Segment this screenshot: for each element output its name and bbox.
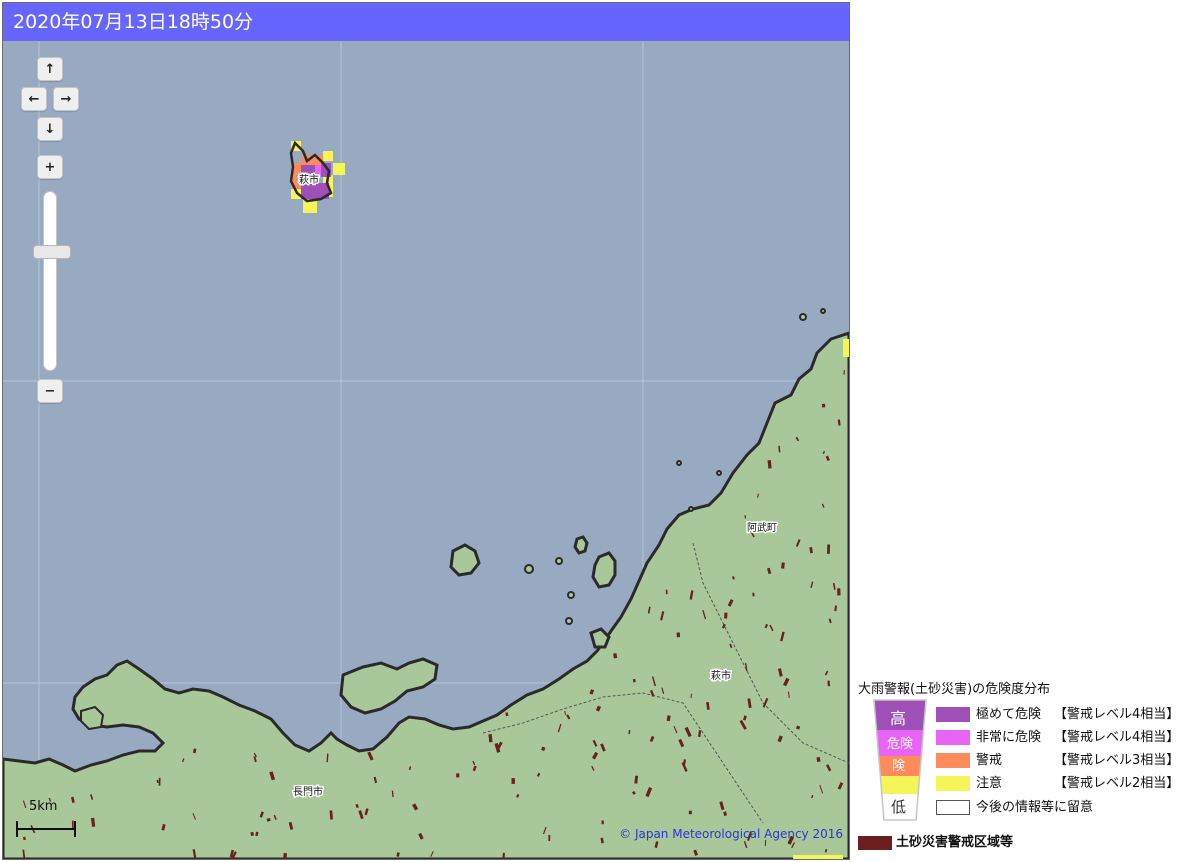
copyright-notice: © Japan Meteorological Agency 2016 <box>619 827 843 841</box>
island-a <box>449 543 481 577</box>
swatch-very-high <box>936 730 970 745</box>
map-canvas[interactable]: 萩市 阿武町 萩市 長門市 <box>3 41 849 859</box>
legend-level: 【警戒レベル4相当】 <box>1054 707 1180 722</box>
zoom-slider-thumb[interactable] <box>33 245 71 259</box>
sediment-warning-speck <box>266 818 271 822</box>
sediment-warning-speck <box>158 777 161 786</box>
scale-mid2-label: 険 <box>892 759 905 774</box>
island-e <box>80 705 105 731</box>
legend-label: 注意 <box>976 776 1003 791</box>
scale-bar <box>16 821 76 837</box>
legend-level: 【警戒レベル4相当】 <box>1054 730 1180 745</box>
scale-low-label: 低 <box>891 798 906 816</box>
sediment-warning-speck <box>752 592 755 597</box>
zoom-out-button[interactable]: − <box>37 379 63 403</box>
sediment-warning-speck <box>548 834 551 841</box>
swatch-sediment <box>858 836 892 850</box>
pan-right-button[interactable]: → <box>53 87 79 111</box>
swatch-warning <box>936 753 970 768</box>
legend-title: 大雨警報(土砂災害)の危険度分布 <box>858 682 1051 697</box>
zoom-slider-track[interactable] <box>43 191 57 371</box>
island-c <box>573 535 589 555</box>
pan-down-button[interactable]: ↓ <box>37 117 63 141</box>
sediment-warning-speck <box>837 588 841 596</box>
scale-mid-label: 危険 <box>887 737 913 752</box>
scale-high-label: 高 <box>890 709 906 728</box>
swatch-caution <box>936 776 970 791</box>
hagi-city-label: 萩市 <box>711 669 731 682</box>
sediment-label: 土砂災害警戒区域等 <box>896 835 1014 850</box>
sediment-warning-speck <box>283 852 287 859</box>
datetime-title: 2020年07月13日18時50分 <box>3 3 849 41</box>
sediment-warning-speck <box>724 612 728 619</box>
sediment-warning-speck <box>821 403 826 408</box>
legend-label: 非常に危険 <box>976 730 1042 745</box>
map-frame[interactable]: 2020年07月13日18時50分 萩市 阿武町 萩市 長門市 ↑ ← → ↓ … <box>2 2 850 860</box>
sediment-warning-speck <box>601 820 604 825</box>
sediment-warning-speck <box>665 589 668 595</box>
legend-label: 極めて危険 <box>976 707 1042 722</box>
nagato-city-label: 長門市 <box>293 785 323 798</box>
risk-level-scale: 高 危険 険 低 <box>873 699 927 821</box>
sediment-warning-speck <box>456 773 460 778</box>
pan-up-button[interactable]: ↑ <box>37 57 63 81</box>
swatch-extreme <box>936 707 970 722</box>
sediment-warning-speck <box>688 810 692 815</box>
swatch-watch <box>936 800 970 815</box>
island-city-label: 萩市 <box>299 173 319 186</box>
legend-label: 警戒 <box>976 753 1003 768</box>
edge-caution-cell-bottom <box>793 855 843 859</box>
sediment-warning-speck <box>826 544 831 554</box>
zoom-in-button[interactable]: + <box>37 155 63 179</box>
legend-level: 【警戒レベル2相当】 <box>1054 776 1180 791</box>
sediment-warning-speck <box>676 632 681 638</box>
abu-town-label: 阿武町 <box>747 521 777 534</box>
sediment-warning-speck <box>511 778 515 784</box>
legend-level: 【警戒レベル3相当】 <box>1054 753 1180 768</box>
edge-caution-cell <box>843 339 849 357</box>
legend-label: 今後の情報等に留意 <box>976 800 1094 815</box>
pan-left-button[interactable]: ← <box>21 87 47 111</box>
